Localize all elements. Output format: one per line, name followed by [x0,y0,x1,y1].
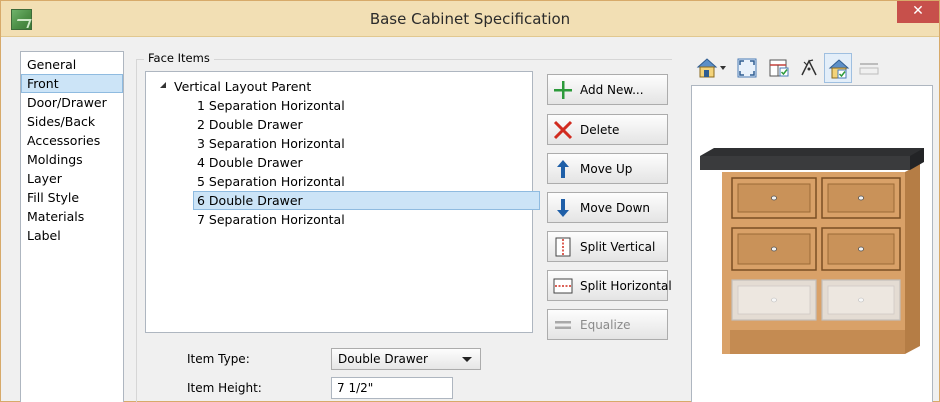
tree-item-1[interactable]: 1 Separation Horizontal [197,96,345,115]
item-height-label: Item Height: [187,381,262,395]
tree-item-2[interactable]: 2 Double Drawer [197,115,303,134]
category-sidebar: General Front Door/Drawer Sides/Back Acc… [20,51,124,402]
cabinet-3d-preview [700,148,924,354]
move-down-label: Move Down [580,201,650,215]
face-items-group-label: Face Items [144,51,214,65]
sidebar-item-layer[interactable]: Layer [21,169,123,188]
sidebar-item-materials[interactable]: Materials [21,207,123,226]
item-type-label: Item Type: [187,352,250,366]
equalize-label: Equalize [580,318,631,332]
elevation-view-button[interactable] [824,53,852,83]
tree-parent-label: Vertical Layout Parent [174,79,312,94]
equalize-button[interactable]: Equalize [547,309,668,340]
sidebar-item-label[interactable]: Label [21,226,123,245]
window-title: Base Cabinet Specification [369,10,571,28]
cabinet-side-panel [905,164,920,354]
tree-parent-row[interactable]: Vertical Layout Parent [146,77,532,96]
delete-button[interactable]: Delete [547,114,668,145]
tree-item-3[interactable]: 3 Separation Horizontal [197,134,345,153]
sidebar-item-sides-back[interactable]: Sides/Back [21,112,123,131]
tree-item-7[interactable]: 7 Separation Horizontal [197,210,345,229]
equalize-icon [555,321,571,329]
item-type-value: Double Drawer [338,352,428,366]
face-items-tree[interactable]: Vertical Layout Parent 1 Separation Hori… [145,71,540,333]
elevation-view-icon [828,59,850,79]
fit-view-button[interactable] [733,53,761,83]
restore-icon [859,63,879,75]
chevron-down-icon [462,357,472,362]
move-up-label: Move Up [580,162,633,176]
delete-label: Delete [580,123,620,137]
split-horizontal-label: Split Horizontal [580,279,672,293]
sidebar-item-general[interactable]: General [21,55,123,74]
split-vertical-button[interactable]: Split Vertical [547,231,668,262]
sidebar-item-moldings[interactable]: Moldings [21,150,123,169]
move-down-button[interactable]: Move Down [547,192,668,223]
split-horizontal-icon [553,278,573,294]
arrow-down-icon [557,199,569,217]
camera-view-button[interactable] [693,53,729,83]
sidebar-item-fill-style[interactable]: Fill Style [21,188,123,207]
camera-view-icon [696,58,726,78]
close-button[interactable]: ✕ [897,1,939,23]
tree-item-4[interactable]: 4 Double Drawer [197,153,303,172]
delete-x-icon [553,120,573,140]
tree-item-5[interactable]: 5 Separation Horizontal [197,172,345,191]
dialog-window: Base Cabinet Specification ✕ General Fro… [0,0,940,402]
restore-button[interactable] [855,53,883,83]
split-horizontal-button[interactable]: Split Horizontal [547,270,672,301]
move-up-button[interactable]: Move Up [547,153,668,184]
cabinet-preview-panel[interactable] [691,85,933,402]
cursor-move-button[interactable] [795,53,823,83]
collapse-triangle-icon[interactable] [160,82,166,88]
arrow-up-icon [557,160,569,178]
fit-view-icon [737,58,757,78]
item-type-select[interactable]: Double Drawer [331,348,481,370]
preview-toolbar [693,53,933,83]
add-new-label: Add New... [580,83,644,97]
cursor-move-icon [801,59,817,76]
split-vertical-icon [555,237,571,257]
cabinet-view-icon [769,59,789,77]
item-height-input[interactable] [331,377,453,399]
plus-icon [554,81,572,99]
tree-item-6[interactable]: 6 Double Drawer [193,191,540,210]
sidebar-item-front[interactable]: Front [21,74,123,93]
title-bar: Base Cabinet Specification ✕ [1,1,939,37]
sidebar-item-door-drawer[interactable]: Door/Drawer [21,93,123,112]
cabinet-view-button[interactable] [765,53,793,83]
split-vertical-label: Split Vertical [580,240,656,254]
sidebar-item-accessories[interactable]: Accessories [21,131,123,150]
add-new-button[interactable]: Add New... [547,74,668,105]
